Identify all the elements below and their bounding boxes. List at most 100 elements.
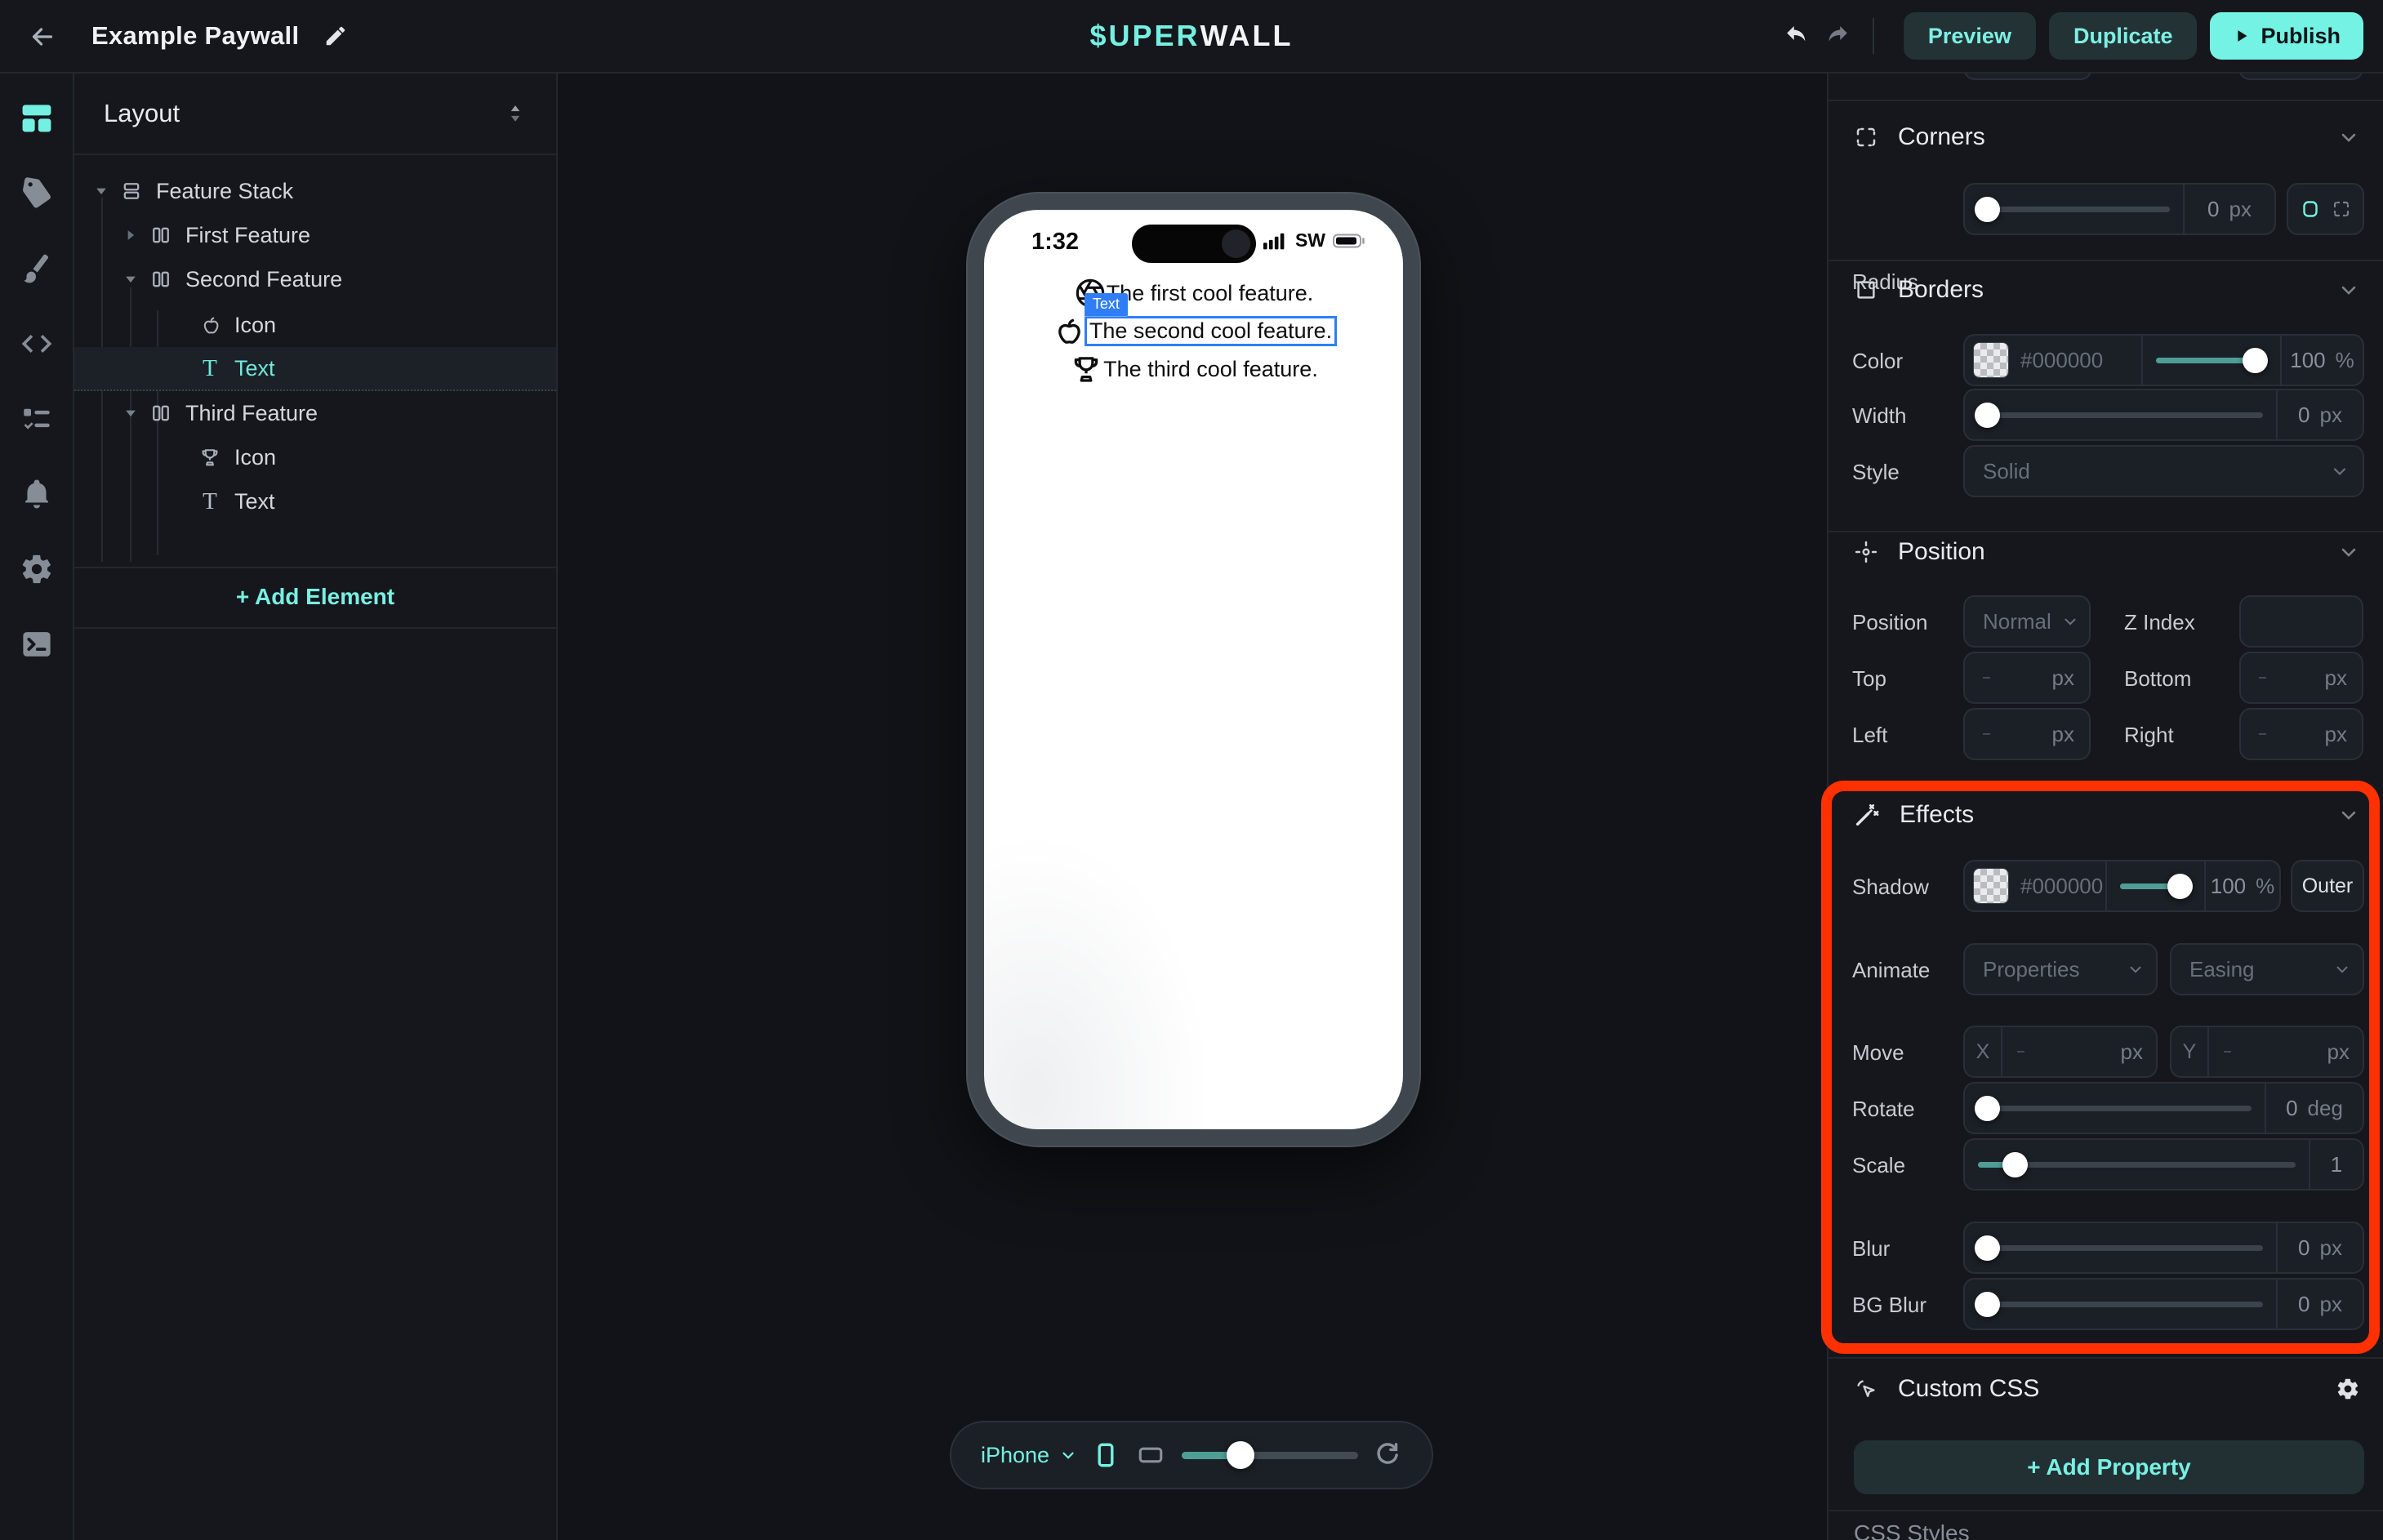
- scale-slider[interactable]: [1965, 1140, 2309, 1189]
- zoom-slider[interactable]: [1182, 1439, 1358, 1471]
- tree-item-third-feature[interactable]: Third Feature: [74, 391, 556, 435]
- page-title: Example Paywall: [91, 21, 299, 51]
- bg-blur-slider[interactable]: [1965, 1280, 2276, 1329]
- shadow-mode-button[interactable]: Outer: [2291, 860, 2364, 912]
- caret-down-icon[interactable]: [120, 271, 141, 287]
- phone-preview: 1:32 SW The first cool feature.: [966, 192, 1421, 1147]
- scale-field[interactable]: 1: [2310, 1152, 2363, 1177]
- sidebar-item-tags[interactable]: [18, 175, 56, 212]
- tree-item-first-feature[interactable]: First Feature: [74, 213, 556, 257]
- uniform-radius-icon[interactable]: [2301, 199, 2320, 219]
- sidebar-item-layout[interactable]: [18, 100, 56, 137]
- status-time: 1:32: [1031, 229, 1079, 256]
- animate-properties-dropdown[interactable]: Properties: [1963, 943, 2158, 995]
- caret-right-icon[interactable]: [120, 227, 141, 243]
- tree-item-feature-stack[interactable]: Feature Stack: [74, 169, 556, 213]
- left-field[interactable]: –px: [1963, 708, 2091, 760]
- border-icon: [1854, 278, 1878, 302]
- apple-icon: [197, 314, 223, 336]
- chevron-down-icon[interactable]: [2337, 803, 2360, 826]
- preview-button[interactable]: Preview: [1904, 12, 2036, 60]
- sidebar-item-variables[interactable]: [18, 400, 56, 438]
- bg-blur-field[interactable]: 0px: [2278, 1292, 2363, 1317]
- radius-slider[interactable]: [1965, 185, 2183, 234]
- divider: [74, 154, 556, 155]
- position-icon: [1854, 540, 1878, 564]
- position-dropdown[interactable]: Normal: [1963, 595, 2091, 648]
- back-button[interactable]: [20, 14, 65, 60]
- feature-row-third[interactable]: The third cool feature.: [1069, 352, 1318, 386]
- chevron-down-icon[interactable]: [2337, 278, 2360, 301]
- tree-item-icon[interactable]: Icon: [74, 435, 556, 479]
- zoom-slider-thumb[interactable]: [1227, 1441, 1254, 1469]
- duplicate-button[interactable]: Duplicate: [2049, 12, 2198, 60]
- caret-down-icon[interactable]: [120, 405, 141, 421]
- bottom-field[interactable]: –px: [2239, 652, 2363, 704]
- tree-item-text-selected[interactable]: T Text: [74, 347, 556, 391]
- tree-item-label: Third Feature: [185, 401, 318, 426]
- zindex-field[interactable]: [2239, 595, 2363, 648]
- blur-field[interactable]: 0px: [2278, 1235, 2363, 1261]
- border-color-hex-field[interactable]: #000000: [2020, 348, 2141, 373]
- border-width-control: 0px: [1963, 389, 2364, 441]
- add-element-button[interactable]: + Add Element: [74, 567, 556, 626]
- shadow-opacity-field[interactable]: 100%: [2206, 874, 2279, 899]
- shadow-color-swatch[interactable]: [1973, 868, 2009, 904]
- caret-down-icon[interactable]: [91, 183, 112, 199]
- border-opacity-field[interactable]: 100%: [2282, 348, 2363, 373]
- css-settings-gear-icon[interactable]: [2336, 1377, 2360, 1401]
- undo-button[interactable]: [1778, 16, 1817, 56]
- sort-icon[interactable]: [504, 102, 527, 125]
- border-width-slider[interactable]: [1965, 390, 2276, 439]
- superwall-logo: $UPERWALL: [1089, 0, 1293, 72]
- per-corner-radius-icon[interactable]: [2332, 199, 2351, 219]
- chevron-down-icon[interactable]: [2337, 541, 2360, 563]
- tree-item-second-feature[interactable]: Second Feature: [74, 257, 556, 301]
- section-title: Corners: [1898, 123, 1985, 151]
- shadow-opacity-slider[interactable]: [2107, 861, 2204, 910]
- sidebar-item-settings[interactable]: [18, 550, 56, 588]
- gear-icon: [20, 552, 54, 586]
- bell-icon: [20, 477, 54, 511]
- sidebar-item-theme[interactable]: [18, 250, 56, 287]
- move-x-field[interactable]: X – px: [1963, 1026, 2158, 1078]
- selection-box: Text The second cool feature.: [1085, 316, 1337, 346]
- rotate-field[interactable]: 0deg: [2266, 1096, 2363, 1121]
- section-borders: Borders: [1828, 270, 2383, 309]
- feature-row-second-selected[interactable]: Text The second cool feature.: [1050, 314, 1337, 348]
- code-icon: [19, 326, 55, 362]
- sidebar-item-console[interactable]: [18, 625, 56, 663]
- status-bar: 1:32 SW: [984, 223, 1403, 262]
- top-field[interactable]: –px: [1963, 652, 2091, 704]
- radius-value-field[interactable]: 0px: [2185, 197, 2274, 222]
- border-opacity-slider[interactable]: [2143, 336, 2280, 385]
- chevron-down-icon[interactable]: [2337, 126, 2360, 149]
- sidebar-item-code[interactable]: [18, 325, 56, 363]
- redo-button[interactable]: [1817, 16, 1856, 56]
- paywall-editor: Example Paywall $UPERWALL Preview Duplic…: [0, 0, 2383, 1540]
- scale-control: 1: [1963, 1138, 2364, 1191]
- rotate-slider[interactable]: [1965, 1084, 2265, 1133]
- bottom-label: Bottom: [2124, 666, 2191, 692]
- publish-button[interactable]: Publish: [2210, 12, 2363, 60]
- portrait-mode-icon[interactable]: [1092, 1439, 1120, 1471]
- add-property-button[interactable]: + Add Property: [1854, 1440, 2364, 1494]
- blur-slider[interactable]: [1965, 1223, 2276, 1272]
- device-selector[interactable]: iPhone: [981, 1443, 1077, 1468]
- move-y-field[interactable]: Y – px: [2170, 1026, 2364, 1078]
- edit-title-icon[interactable]: [323, 24, 348, 48]
- toolbar-divider: [1873, 18, 1874, 54]
- animate-easing-dropdown[interactable]: Easing: [2170, 943, 2364, 995]
- sidebar-item-notifications[interactable]: [18, 475, 56, 513]
- border-style-dropdown[interactable]: Solid: [1963, 445, 2364, 497]
- border-width-field[interactable]: 0px: [2278, 403, 2363, 428]
- tree-item-icon[interactable]: Icon: [74, 303, 556, 347]
- shadow-hex-field[interactable]: #000000: [2020, 874, 2105, 899]
- color-swatch[interactable]: [1973, 342, 2009, 378]
- tree-item-text[interactable]: T Text: [74, 479, 556, 523]
- right-field[interactable]: –px: [2239, 708, 2363, 760]
- landscape-mode-icon[interactable]: [1134, 1441, 1167, 1469]
- divider: [1828, 100, 2383, 101]
- refresh-icon[interactable]: [1373, 1440, 1402, 1470]
- chevron-down-icon: [1059, 1446, 1077, 1464]
